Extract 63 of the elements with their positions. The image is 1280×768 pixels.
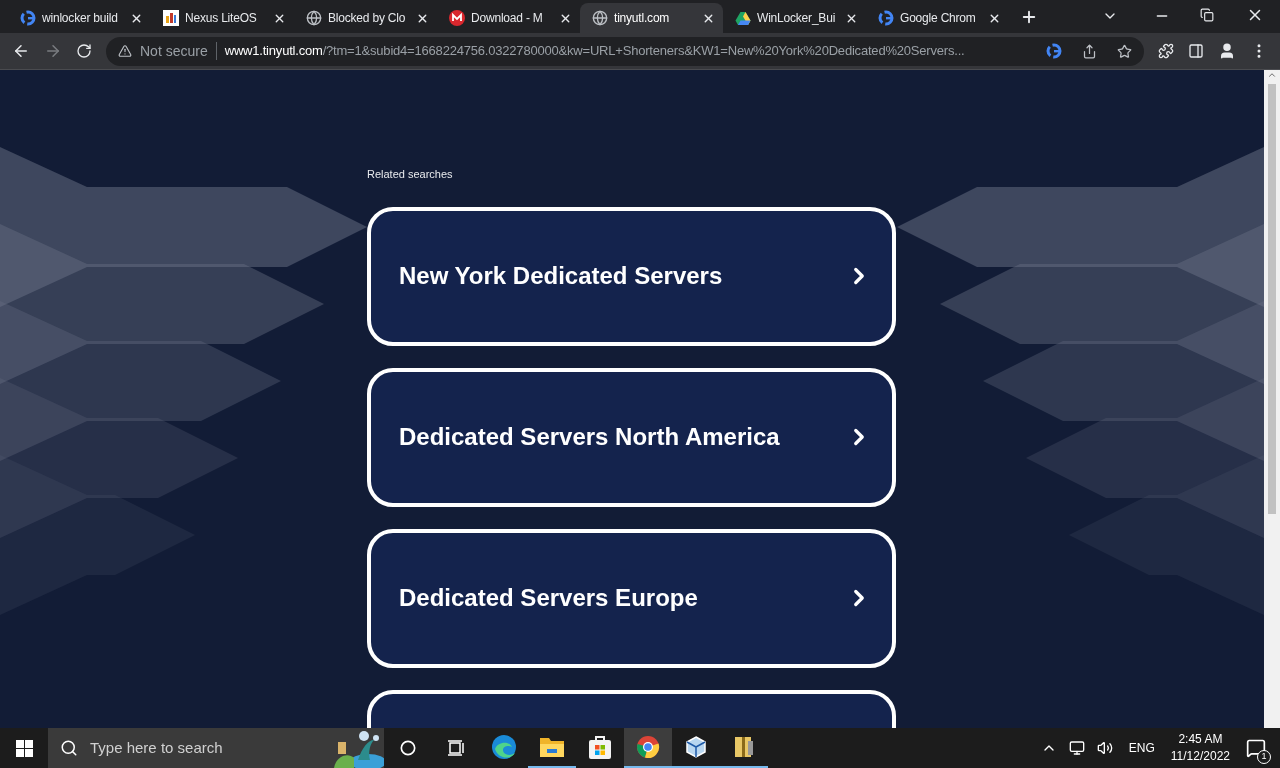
security-label: Not secure (140, 41, 208, 61)
taskbar-search-field[interactable]: Type here to search (48, 728, 384, 768)
triangle-icon (735, 10, 751, 26)
search-result-card[interactable]: New York Dedicated Servers (367, 206, 896, 346)
globe-icon (592, 10, 608, 26)
search-result-card[interactable]: Dedicated Servers Europe (367, 528, 896, 668)
clock[interactable]: 2:45 AM 11/12/2022 (1170, 731, 1230, 765)
chrome-icon (636, 735, 660, 759)
shopping-bag-icon (588, 734, 612, 760)
search-result-card[interactable]: Dedicated Servers North America (367, 367, 896, 507)
letter-m-icon (449, 10, 465, 26)
tab-title: Nexus LiteOS (185, 10, 258, 27)
warning-icon (118, 44, 132, 58)
google-lens-icon (1046, 43, 1062, 59)
tab-title: Google Chrom (900, 10, 977, 27)
restore-icon[interactable] (1200, 8, 1214, 22)
browser-tab[interactable]: Blocked by Clo (294, 3, 437, 33)
tab-title: WinLocker_Bui (757, 10, 837, 27)
archive-icon (733, 735, 755, 759)
language-indicator[interactable]: ENG (1128, 739, 1155, 757)
google-icon (20, 10, 36, 26)
search-icon (60, 739, 78, 757)
result-label: Dedicated Servers Europe (399, 583, 698, 613)
browser-tab[interactable]: Download - M (437, 3, 580, 33)
tab-title: Blocked by Clo (328, 10, 407, 27)
related-searches-heading: Related searches (367, 167, 453, 182)
bookmark-star-icon[interactable] (1117, 43, 1132, 59)
scrollbar[interactable] (1264, 70, 1280, 728)
taskbar-app-button[interactable] (624, 728, 672, 768)
notifications-icon[interactable] (1246, 738, 1266, 758)
tab-title: tinyutl.com (614, 10, 671, 27)
result-label: Dedicated Servers North America (399, 422, 780, 452)
side-panel-icon[interactable] (1188, 43, 1204, 59)
search-placeholder: Type here to search (90, 737, 224, 758)
share-icon[interactable] (1082, 43, 1097, 59)
browser-tab[interactable]: Google Chrom (866, 3, 1009, 33)
network-icon[interactable] (1068, 740, 1085, 756)
browser-tab[interactable]: winlocker build (8, 3, 151, 33)
image-icon (163, 10, 179, 26)
forward-icon[interactable] (44, 42, 62, 60)
browser-tab[interactable]: Nexus LiteOS (151, 3, 294, 33)
windows-icon (15, 739, 33, 757)
url-text: www1.tinyutl.com/?tm=1&subid4=1668224756.0322780000&kw=URL+Shorteners&KW1=New%20York%20Dedicated%20Servers... (224, 42, 965, 61)
globe-icon (306, 10, 322, 26)
back-icon[interactable] (12, 42, 30, 60)
cube-icon (684, 735, 708, 759)
scroll-up-icon[interactable] (1267, 70, 1277, 80)
notification-badge: 1 (1257, 750, 1271, 764)
result-label: New York Dedicated Servers (399, 261, 723, 291)
volume-icon[interactable] (1096, 740, 1113, 756)
extensions-icon[interactable] (1158, 43, 1174, 59)
browser-tab[interactable]: tinyutl.com (580, 3, 723, 33)
address-bar[interactable]: Not secure www1.tinyutl.com/?tm=1&subid4=1668224756.0322780000&kw=URL+Shorteners&KW1=New%20York%20Dedicated%20Servers... (106, 36, 1144, 66)
folder-icon (539, 735, 565, 759)
task-view-icon (447, 740, 465, 756)
tab-title: Download - M (471, 10, 544, 27)
reload-icon[interactable] (76, 43, 92, 59)
profile-icon[interactable] (1218, 42, 1236, 60)
browser-tab[interactable]: WinLocker_Bui (723, 3, 866, 33)
swirl-icon (491, 734, 517, 760)
circle-icon (400, 740, 416, 756)
google-icon (878, 10, 894, 26)
tab-title: winlocker build (42, 10, 119, 27)
